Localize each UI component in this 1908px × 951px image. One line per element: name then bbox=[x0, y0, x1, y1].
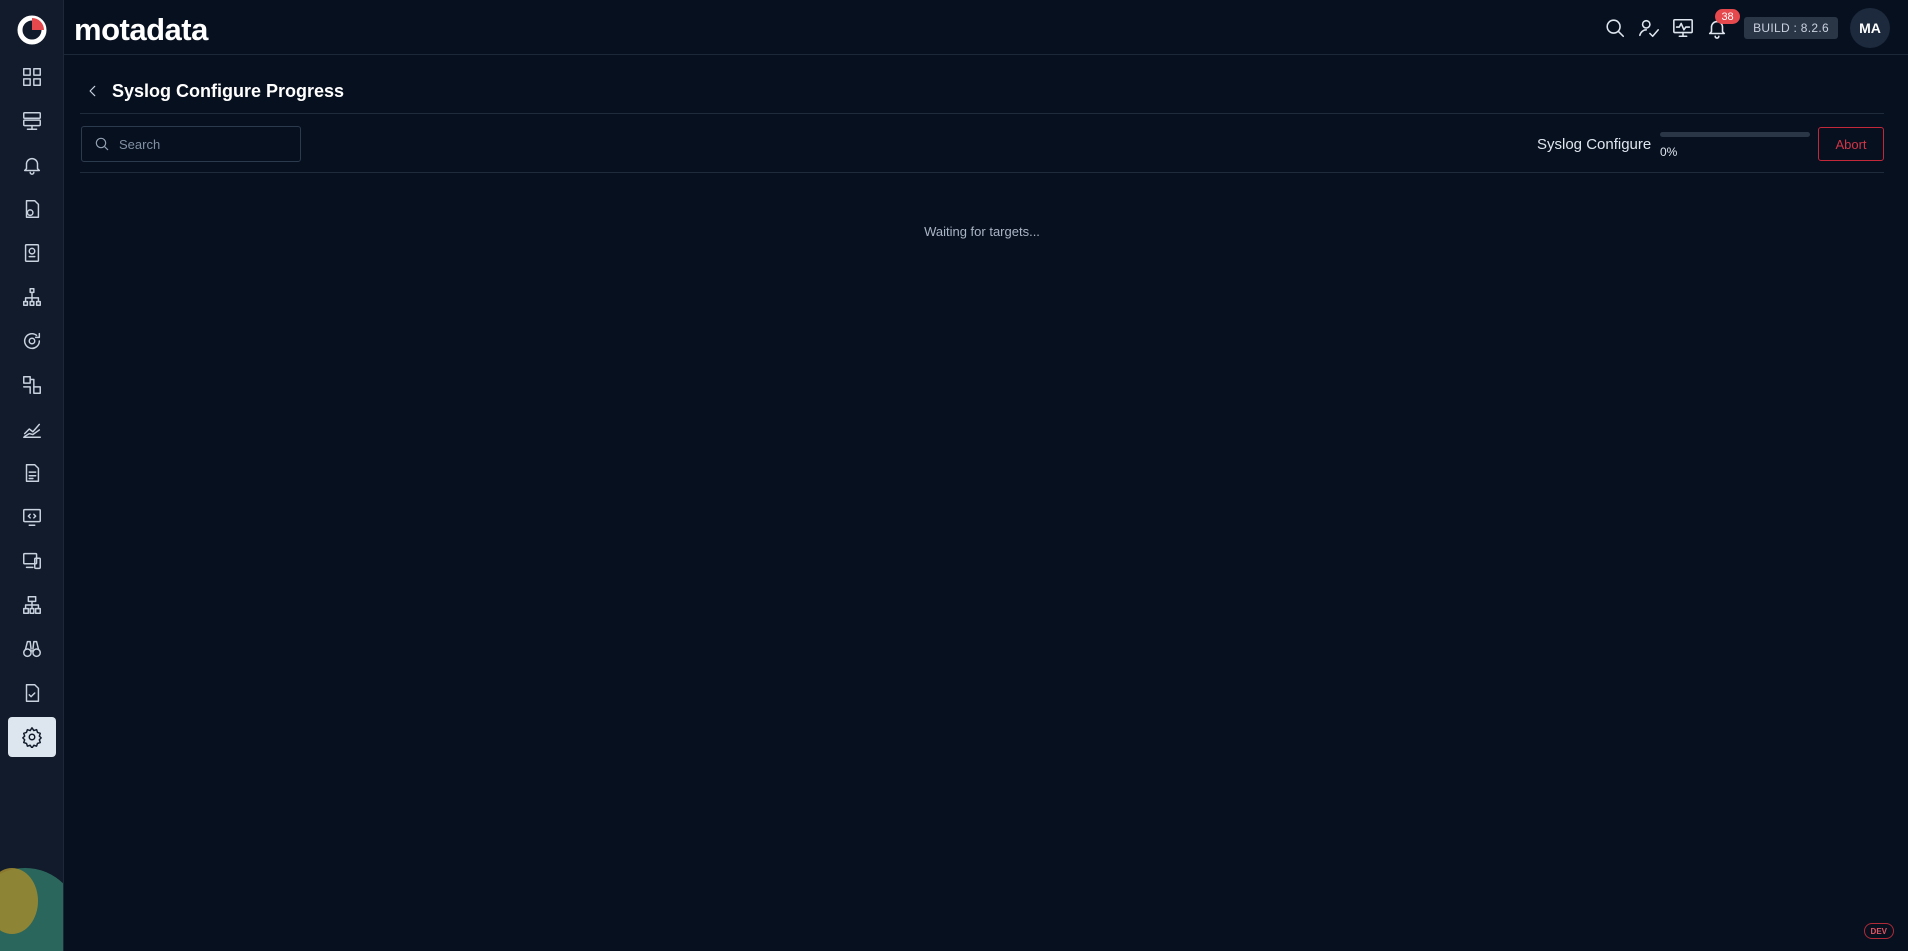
dashboard-grid-icon bbox=[23, 68, 41, 86]
sidebar-item-alerts[interactable] bbox=[8, 145, 56, 185]
back-button[interactable] bbox=[84, 82, 102, 100]
progress-bar-track bbox=[1660, 132, 1810, 137]
topology-icon bbox=[23, 288, 41, 306]
search-box bbox=[81, 126, 301, 162]
sidebar-item-reports[interactable] bbox=[8, 233, 56, 273]
brand-logo[interactable]: motadata bbox=[74, 12, 208, 48]
sidebar-item-topology[interactable] bbox=[8, 277, 56, 317]
sidebar-item-dashboard[interactable] bbox=[8, 57, 56, 97]
discovery-icon bbox=[24, 332, 41, 350]
sidebar-item-logs[interactable] bbox=[8, 453, 56, 493]
report-icon bbox=[24, 244, 40, 262]
monitor-activity-icon bbox=[1673, 18, 1694, 38]
sidebar-item-discovery[interactable] bbox=[8, 321, 56, 361]
user-check-button[interactable] bbox=[1636, 15, 1662, 41]
top-actions: 38 BUILD : 8.2.6 MA bbox=[1602, 8, 1890, 48]
sidebar-item-network[interactable] bbox=[8, 585, 56, 625]
abort-button[interactable]: Abort bbox=[1818, 127, 1884, 161]
global-search-button[interactable] bbox=[1602, 15, 1628, 41]
search-icon bbox=[95, 137, 109, 151]
progress-indicator: 0% bbox=[1660, 132, 1810, 159]
device-icon bbox=[23, 552, 41, 570]
toolbar: Syslog Configure 0% Abort bbox=[80, 114, 1884, 173]
sidebar-item-observe[interactable] bbox=[8, 629, 56, 669]
binoculars-icon bbox=[23, 640, 41, 658]
sidebar-item-settings[interactable] bbox=[8, 717, 56, 757]
progress-percent: 0% bbox=[1660, 145, 1678, 159]
sidebar-item-audit[interactable] bbox=[8, 673, 56, 713]
motadata-logo-icon[interactable] bbox=[16, 14, 48, 46]
progress-label: Syslog Configure bbox=[1537, 136, 1652, 153]
sidebar-item-policies[interactable] bbox=[8, 189, 56, 229]
search-input[interactable] bbox=[119, 136, 289, 152]
page-title: Syslog Configure Progress bbox=[112, 81, 345, 101]
notifications-button[interactable]: 38 bbox=[1704, 9, 1741, 41]
build-version-badge: BUILD : 8.2.6 bbox=[1744, 17, 1838, 39]
empty-state-text: Waiting for targets... bbox=[924, 224, 1040, 239]
settings-gear-icon bbox=[22, 727, 42, 748]
sidebar-item-devices[interactable] bbox=[8, 541, 56, 581]
page-header: Syslog Configure Progress bbox=[80, 70, 1884, 114]
search-icon bbox=[1606, 19, 1625, 38]
chevron-left-icon bbox=[89, 85, 96, 97]
metric-chart-icon bbox=[23, 423, 41, 438]
notification-count-badge: 38 bbox=[1715, 9, 1741, 24]
sidebar-item-code[interactable] bbox=[8, 497, 56, 537]
environment-badge: DEV bbox=[1863, 923, 1894, 939]
sidebar-item-servers[interactable] bbox=[8, 101, 56, 141]
monitor-activity-button[interactable] bbox=[1670, 15, 1696, 41]
server-icon bbox=[23, 112, 41, 130]
code-monitor-icon bbox=[23, 508, 41, 526]
log-file-icon bbox=[25, 464, 40, 482]
network-icon bbox=[23, 596, 41, 614]
flow-icon bbox=[23, 376, 41, 394]
audit-check-icon bbox=[25, 684, 40, 702]
sidebar-item-metrics[interactable] bbox=[8, 409, 56, 449]
sidebar-item-flow[interactable] bbox=[8, 365, 56, 405]
alert-bell-icon bbox=[23, 157, 41, 175]
user-avatar[interactable]: MA bbox=[1850, 8, 1890, 48]
top-bar: motadata 38 BUILD : 8.2.6 MA bbox=[64, 0, 1908, 55]
user-check-icon bbox=[1639, 19, 1660, 38]
policy-file-icon bbox=[25, 200, 40, 218]
sidebar bbox=[0, 0, 64, 951]
